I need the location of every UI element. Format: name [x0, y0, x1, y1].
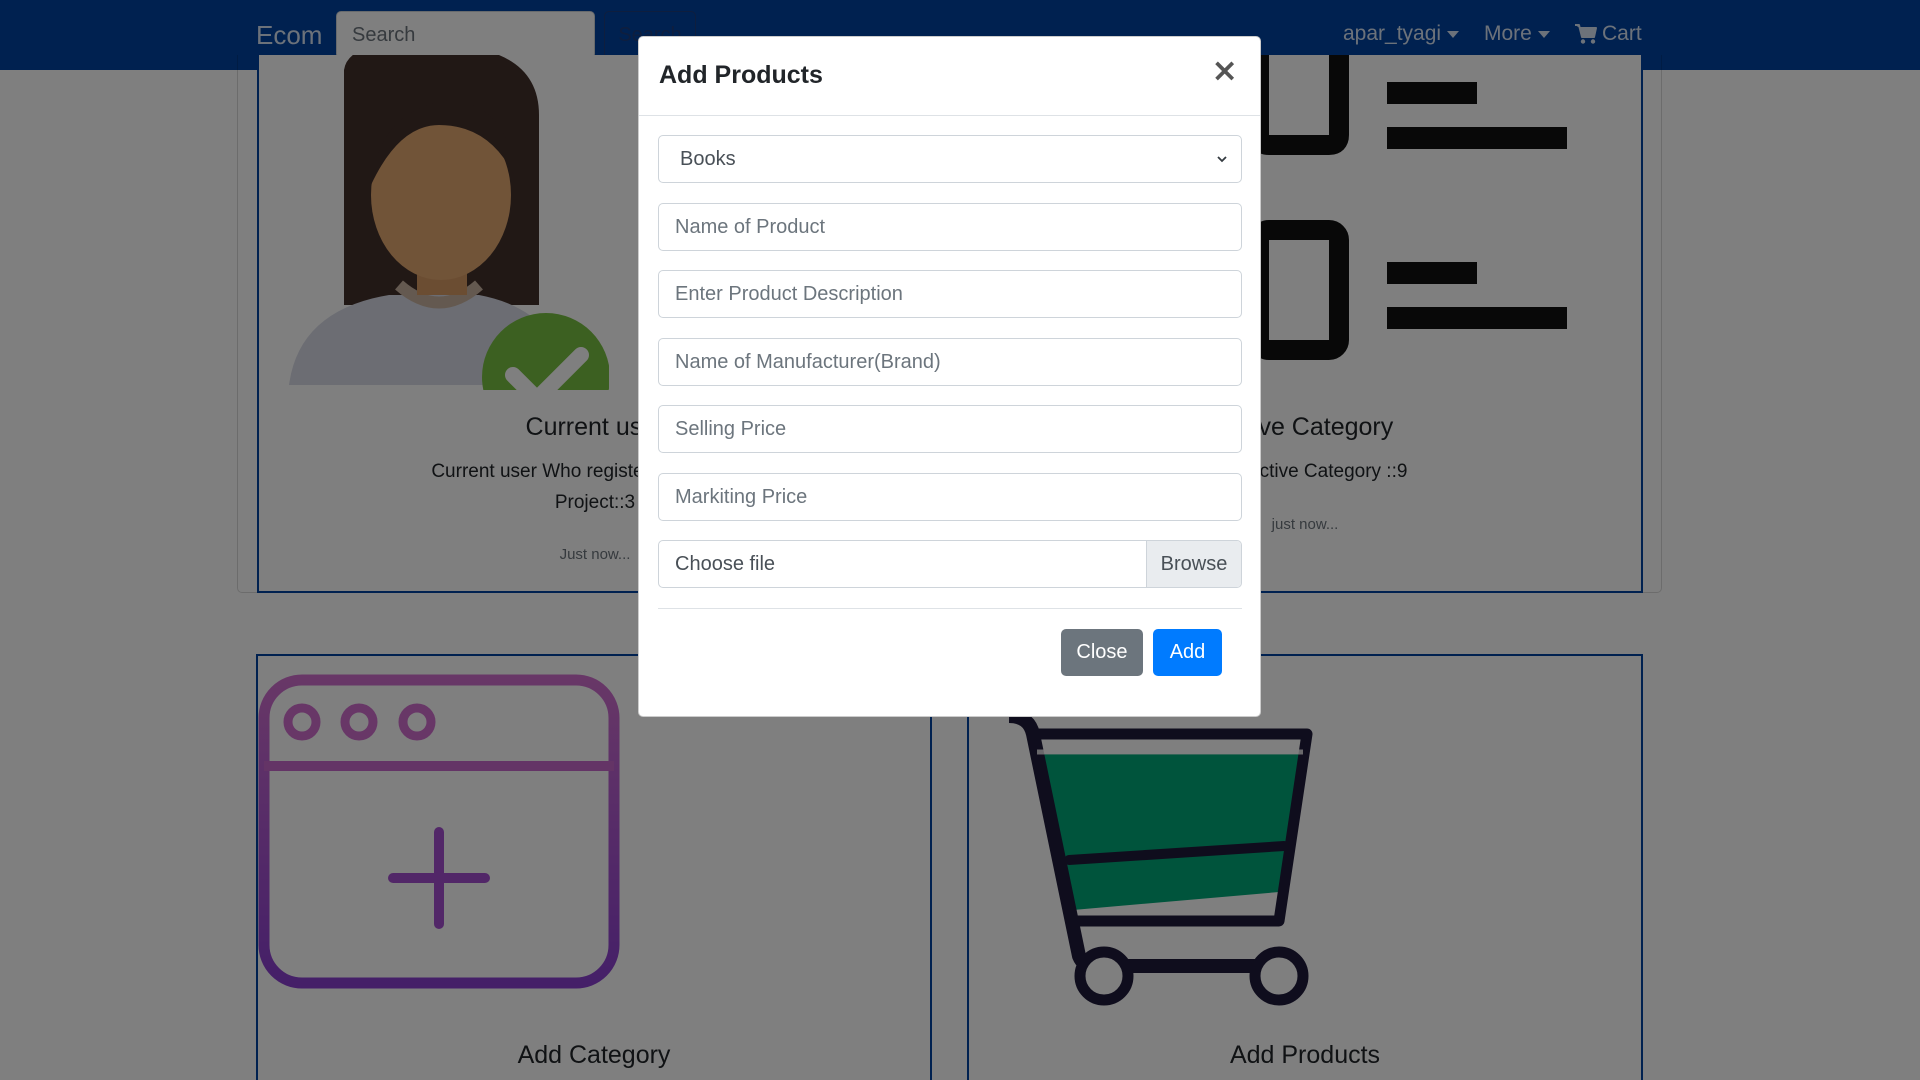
file-input-label: Choose file [675, 552, 776, 575]
category-select-value: Books [680, 147, 736, 170]
marketing-price-field[interactable] [658, 473, 1242, 521]
modal-title: Add Products [659, 61, 823, 89]
chevron-down-icon [1217, 156, 1227, 163]
modal-divider [658, 608, 1242, 609]
add-button[interactable]: Add [1153, 629, 1222, 676]
close-button[interactable]: Close [1061, 629, 1143, 676]
category-select[interactable]: Books [658, 135, 1242, 183]
close-icon[interactable]: × [1211, 54, 1238, 86]
modal-header: Add Products × [639, 37, 1260, 116]
manufacturer-field[interactable] [658, 338, 1242, 386]
product-description-field[interactable] [658, 270, 1242, 318]
add-products-modal: Add Products × Books Choose file Browse … [638, 36, 1261, 717]
file-input[interactable]: Choose file Browse [658, 540, 1242, 588]
product-name-field[interactable] [658, 203, 1242, 251]
browse-button[interactable]: Browse [1146, 541, 1241, 587]
selling-price-field[interactable] [658, 405, 1242, 453]
